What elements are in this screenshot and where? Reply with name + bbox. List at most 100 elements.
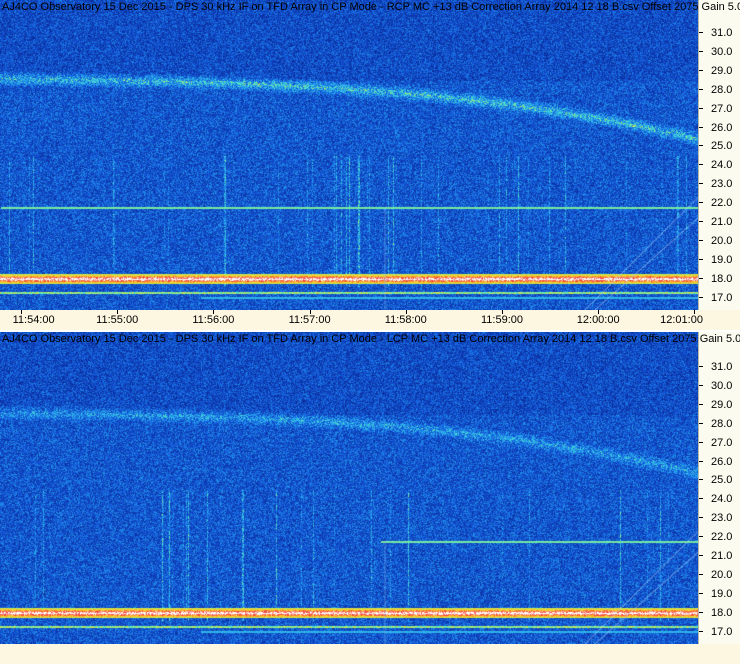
freq-tick: 19.0	[699, 588, 740, 600]
freq-tick-label: 31.0	[711, 27, 733, 39]
freq-tick-label: 19.0	[711, 253, 733, 266]
freq-tick-mark	[699, 221, 703, 222]
freq-tick: 30.0	[699, 380, 740, 392]
freq-tick: 24.0	[699, 493, 740, 505]
freq-tick-label: 24.0	[711, 493, 733, 506]
freq-tick-mark	[699, 258, 703, 260]
freq-tick-mark	[699, 50, 703, 52]
freq-tick: 29.0	[699, 399, 740, 411]
freq-tick-mark	[699, 239, 703, 241]
freq-tick-label: 25.0	[711, 140, 733, 153]
lcp-panel-title: AJ4CO Observatory 15 Dec 2015 - DPS 30 k…	[2, 333, 740, 345]
freq-tick-mark	[699, 630, 703, 632]
lcp-spectrogram[interactable]	[0, 332, 698, 644]
freq-tick-label: 21.0	[711, 216, 733, 228]
lcp-panel: AJ4CO Observatory 15 Dec 2015 - DPS 30 k…	[0, 332, 740, 644]
freq-tick-mark	[699, 32, 703, 33]
freq-tick: 18.0	[699, 607, 740, 619]
freq-tick-label: 23.0	[711, 512, 733, 525]
freq-tick: 22.0	[699, 531, 740, 543]
lcp-spectrogram-canvas	[0, 332, 698, 644]
freq-tick: 20.0	[699, 569, 740, 581]
freq-tick-label: 24.0	[711, 159, 733, 172]
freq-tick-label: 17.0	[711, 625, 733, 638]
rcp-time-axis: 11:54:00 11:55:00 11:56:00 11:57:00 11:58:00…	[0, 310, 740, 330]
freq-tick-label: 26.0	[711, 121, 733, 134]
freq-tick: 25.0	[699, 140, 740, 152]
freq-tick-mark	[699, 555, 703, 556]
time-tick-label: 12:00:00	[576, 314, 620, 326]
freq-tick-label: 22.0	[711, 197, 733, 210]
freq-tick-mark	[699, 441, 703, 443]
freq-tick-mark	[699, 498, 703, 500]
freq-tick-label: 30.0	[711, 379, 733, 392]
freq-tick-mark	[699, 277, 703, 279]
time-tick-label: 11:57:00	[288, 314, 331, 326]
rcp-spectrogram-canvas	[0, 0, 698, 310]
freq-tick: 25.0	[699, 474, 740, 486]
freq-tick-mark	[699, 422, 703, 424]
rcp-frequency-axis: 31.0 30.0 29.0 28.0 27.0 26.0 25.0 24.0 23.0 22.0…	[698, 0, 740, 310]
freq-tick-label: 23.0	[711, 178, 733, 191]
freq-tick-mark	[699, 296, 703, 298]
freq-tick-mark	[699, 164, 703, 166]
freq-tick-label: 27.0	[711, 102, 733, 115]
freq-tick-label: 20.0	[711, 234, 733, 247]
lcp-frequency-axis: 31.0 30.0 29.0 28.0 27.0 26.0 25.0 24.0 23.0 22.0…	[698, 332, 740, 644]
freq-tick-label: 18.0	[711, 606, 733, 619]
time-tick-label: 11:54:00	[12, 314, 55, 326]
freq-tick-mark	[699, 384, 703, 386]
freq-tick-label: 19.0	[711, 587, 733, 600]
freq-tick-label: 28.0	[711, 417, 733, 430]
time-tick-label: 11:59:00	[480, 314, 524, 326]
freq-tick: 31.0	[699, 361, 740, 373]
freq-tick: 24.0	[699, 159, 740, 171]
freq-tick: 20.0	[699, 235, 740, 247]
freq-tick: 31.0	[699, 27, 740, 39]
freq-tick-label: 27.0	[711, 436, 733, 449]
rcp-panel: AJ4CO Observatory 15 Dec 2015 - DPS 30 k…	[0, 0, 740, 330]
freq-tick-mark	[699, 592, 703, 594]
freq-tick: 26.0	[699, 456, 740, 468]
freq-tick-mark	[699, 88, 703, 90]
freq-tick-mark	[699, 460, 703, 462]
freq-tick-label: 25.0	[711, 474, 733, 487]
freq-tick: 17.0	[699, 626, 740, 638]
freq-tick-mark	[699, 479, 703, 481]
freq-tick-mark	[699, 517, 703, 519]
freq-tick-mark	[699, 126, 703, 128]
freq-tick: 17.0	[699, 292, 740, 304]
freq-tick: 22.0	[699, 197, 740, 209]
freq-tick: 23.0	[699, 512, 740, 524]
freq-tick-mark	[699, 366, 703, 367]
time-tick-label: 11:55:00	[96, 314, 139, 326]
freq-tick-mark	[699, 403, 703, 405]
freq-tick-label: 29.0	[711, 64, 733, 77]
freq-tick: 28.0	[699, 84, 740, 96]
freq-tick: 28.0	[699, 418, 740, 430]
freq-tick-label: 29.0	[711, 398, 733, 411]
freq-tick: 21.0	[699, 216, 740, 228]
time-tick-label: 12:01:00	[660, 314, 703, 326]
freq-tick: 29.0	[699, 65, 740, 77]
freq-tick: 23.0	[699, 178, 740, 190]
time-tick-label: 11:56:00	[192, 314, 235, 326]
freq-tick-label: 21.0	[711, 550, 733, 562]
freq-tick: 30.0	[699, 46, 740, 58]
freq-tick-label: 17.0	[711, 291, 733, 304]
time-tick-label: 11:58:00	[384, 314, 427, 326]
lcp-time-strip	[0, 644, 740, 664]
freq-tick-label: 26.0	[711, 455, 733, 468]
freq-tick-label: 30.0	[711, 45, 733, 58]
freq-tick-label: 18.0	[711, 272, 733, 285]
freq-tick-label: 22.0	[711, 531, 733, 544]
freq-tick-mark	[699, 145, 703, 147]
rcp-panel-title: AJ4CO Observatory 15 Dec 2015 - DPS 30 k…	[2, 1, 740, 13]
freq-tick: 18.0	[699, 273, 740, 285]
freq-tick: 27.0	[699, 103, 740, 115]
freq-tick-label: 31.0	[711, 361, 733, 373]
freq-tick: 26.0	[699, 122, 740, 134]
freq-tick-mark	[699, 611, 703, 613]
rcp-spectrogram[interactable]	[0, 0, 698, 310]
freq-tick-label: 20.0	[711, 568, 733, 581]
